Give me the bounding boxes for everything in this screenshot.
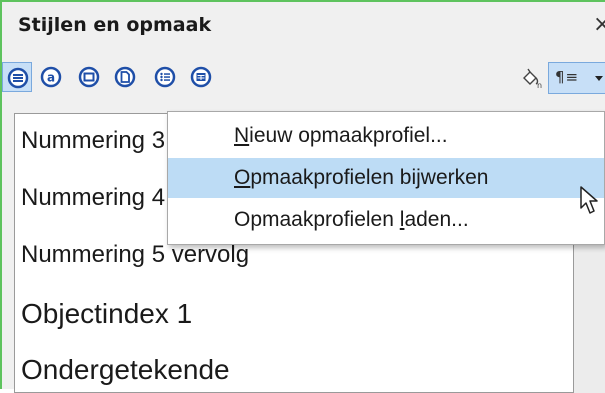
paragraph-styles-button[interactable] <box>2 62 32 92</box>
menu-label-start: Opmaakprofielen <box>234 208 400 231</box>
panel-titlebar: Stijlen en opmaak × <box>2 2 605 52</box>
list-styles-icon <box>154 66 176 88</box>
menu-label-rest: ieuw opmaakprofiel... <box>249 124 448 147</box>
fill-format-mode-button[interactable]: n <box>520 68 544 94</box>
menu-item-new-style[interactable]: Nieuw opmaakprofiel... <box>168 116 604 156</box>
list-item[interactable]: Nummering 5 vervolg <box>21 241 249 269</box>
menu-mnemonic: O <box>234 166 251 189</box>
svg-text:n: n <box>537 81 542 90</box>
menu-label-rest: pmaakprofielen bijwerken <box>250 166 489 189</box>
menu-item-label: Opmaakprofielen laden... <box>234 208 469 232</box>
close-icon[interactable]: × <box>593 12 605 37</box>
menu-item-load-styles[interactable]: Opmaakprofielen laden... <box>168 200 604 240</box>
paragraph-styles-icon <box>7 67 29 89</box>
panel-title: Stijlen en opmaak <box>18 14 212 36</box>
styles-toolbar: a n ¶≡ <box>2 54 605 110</box>
mouse-pointer-icon <box>580 186 598 214</box>
character-styles-icon: a <box>40 66 62 88</box>
chevron-down-icon <box>595 76 603 81</box>
menu-item-label: Nieuw opmaakprofiel... <box>234 124 448 148</box>
styles-actions-icon: ¶≡ <box>555 68 580 86</box>
frame-styles-icon <box>78 66 100 88</box>
list-item[interactable]: Ondergetekende <box>21 354 230 386</box>
menu-mnemonic: N <box>234 124 250 147</box>
table-styles-button[interactable] <box>186 62 216 92</box>
menu-item-label: Opmaakprofielen bijwerken <box>234 166 488 190</box>
list-styles-button[interactable] <box>150 62 180 92</box>
list-item[interactable]: Objectindex 1 <box>21 298 192 330</box>
fill-format-mode-icon: n <box>523 68 542 90</box>
menu-item-update-style[interactable]: Opmaakprofielen bijwerken <box>168 158 604 198</box>
page-styles-button[interactable] <box>110 62 140 92</box>
page-styles-icon <box>114 66 136 88</box>
styles-actions-menu-button[interactable]: ¶≡ <box>548 62 605 94</box>
table-styles-icon <box>190 66 212 88</box>
svg-text:a: a <box>47 71 55 85</box>
frame-styles-button[interactable] <box>74 62 104 92</box>
character-styles-button[interactable]: a <box>36 62 66 92</box>
styles-actions-menu: Nieuw opmaakprofiel... Opmaakprofielen b… <box>167 111 605 245</box>
menu-label-rest: aden... <box>404 208 469 231</box>
